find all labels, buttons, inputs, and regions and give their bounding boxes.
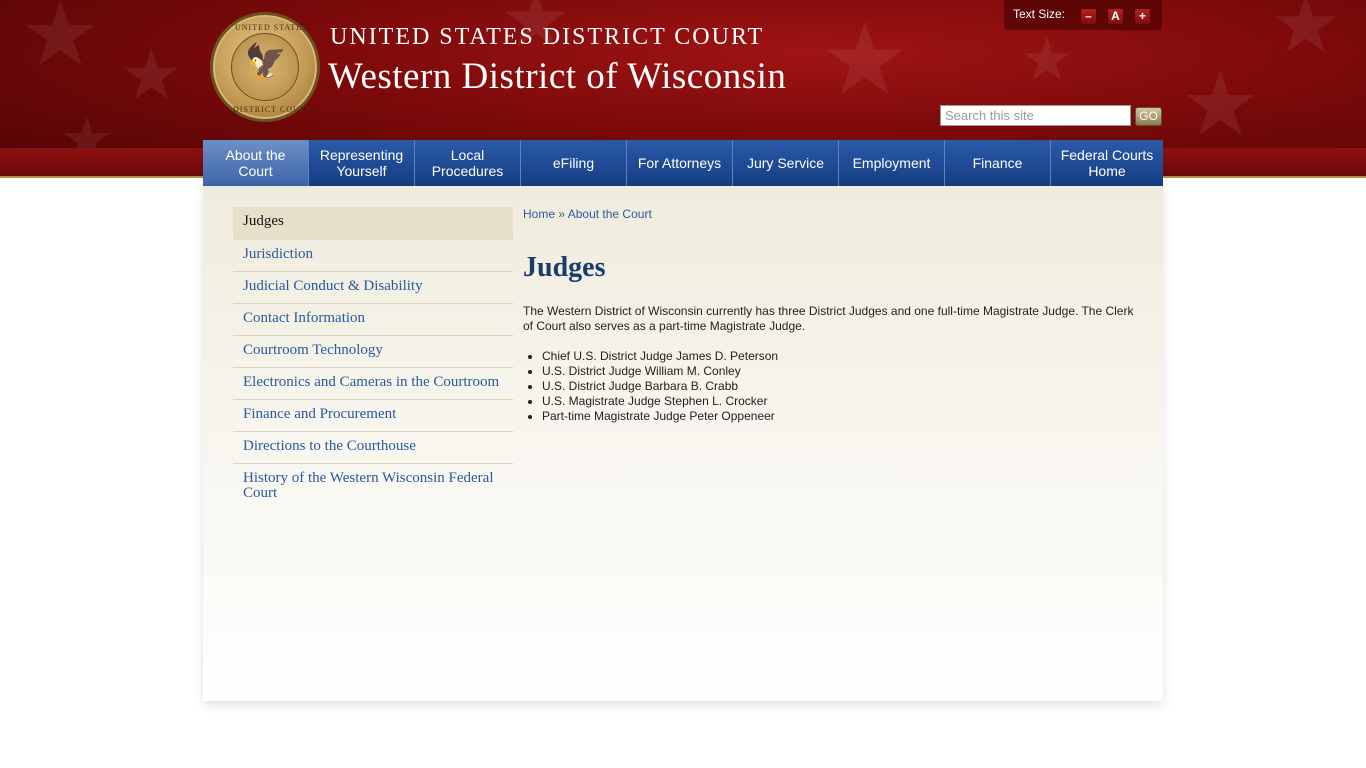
breadcrumb-current-link[interactable]: About the Court bbox=[568, 207, 652, 221]
nav-item-for-attorneys[interactable]: For Attorneys bbox=[627, 140, 733, 186]
sidebar-item-history[interactable]: History of the Western Wisconsin Federal… bbox=[233, 464, 513, 508]
nav-item-representing-yourself[interactable]: Representing Yourself bbox=[309, 140, 415, 186]
sidebar-item-judges[interactable]: Judges bbox=[233, 207, 513, 240]
court-name-top: UNITED STATES DISTRICT COURT bbox=[330, 24, 765, 50]
breadcrumb: Home » About the Court bbox=[523, 207, 652, 221]
search-input[interactable] bbox=[940, 105, 1131, 126]
list-item: Part-time Magistrate Judge Peter Oppenee… bbox=[542, 409, 778, 424]
nav-item-efiling[interactable]: eFiling bbox=[521, 140, 627, 186]
text-size-control: Text Size: – A + bbox=[1004, 0, 1162, 30]
list-item: Chief U.S. District Judge James D. Peter… bbox=[542, 349, 778, 364]
seal-center: 🦅 bbox=[231, 33, 299, 101]
seal-text-bottom: DISTRICT COURT bbox=[233, 105, 312, 114]
sidebar-menu: Judges Jurisdiction Judicial Conduct & D… bbox=[233, 207, 513, 508]
list-item: U.S. District Judge Barbara B. Crabb bbox=[542, 379, 778, 394]
breadcrumb-home-link[interactable]: Home bbox=[523, 207, 555, 221]
sidebar-item-contact-information[interactable]: Contact Information bbox=[233, 304, 513, 336]
text-size-label: Text Size: bbox=[1013, 7, 1066, 21]
nav-item-local-procedures[interactable]: Local Procedures bbox=[415, 140, 521, 186]
sidebar-item-jurisdiction[interactable]: Jurisdiction bbox=[233, 240, 513, 272]
nav-item-finance[interactable]: Finance bbox=[945, 140, 1051, 186]
sidebar-item-courtroom-technology[interactable]: Courtroom Technology bbox=[233, 336, 513, 368]
intro-paragraph: The Western District of Wisconsin curren… bbox=[523, 304, 1134, 333]
sidebar-item-directions[interactable]: Directions to the Courthouse bbox=[233, 432, 513, 464]
text-size-reset-button[interactable]: A bbox=[1107, 8, 1124, 25]
nav-item-jury-service[interactable]: Jury Service bbox=[733, 140, 839, 186]
court-seal-logo[interactable]: UNITED STATES 🦅 DISTRICT COURT bbox=[210, 12, 320, 122]
star-decoration: ★ bbox=[20, 0, 101, 87]
main-nav: About the Court Representing Yourself Lo… bbox=[203, 140, 1163, 186]
text-size-decrease-button[interactable]: – bbox=[1080, 8, 1097, 25]
nav-item-employment[interactable]: Employment bbox=[839, 140, 945, 186]
judges-list: Chief U.S. District Judge James D. Peter… bbox=[542, 349, 778, 424]
sidebar-item-judicial-conduct[interactable]: Judicial Conduct & Disability bbox=[233, 272, 513, 304]
sidebar-item-electronics-cameras[interactable]: Electronics and Cameras in the Courtroom bbox=[233, 368, 513, 400]
list-item: U.S. District Judge William M. Conley bbox=[542, 364, 778, 379]
list-item: U.S. Magistrate Judge Stephen L. Crocker bbox=[542, 394, 778, 409]
nav-item-federal-courts-home[interactable]: Federal Courts Home bbox=[1051, 140, 1163, 186]
court-name-main[interactable]: Western District of Wisconsin bbox=[328, 55, 786, 98]
sidebar-item-finance-procurement[interactable]: Finance and Procurement bbox=[233, 400, 513, 432]
text-size-increase-button[interactable]: + bbox=[1134, 8, 1151, 25]
breadcrumb-separator: » bbox=[558, 207, 566, 221]
seal-text-top: UNITED STATES bbox=[235, 23, 308, 32]
star-decoration: ★ bbox=[1020, 25, 1074, 95]
star-decoration: ★ bbox=[1270, 0, 1342, 71]
page-title: Judges bbox=[523, 252, 606, 283]
star-decoration: ★ bbox=[1180, 52, 1261, 157]
search-go-button[interactable]: GO bbox=[1135, 107, 1162, 126]
star-decoration: ★ bbox=[820, 1, 910, 118]
star-decoration: ★ bbox=[120, 34, 183, 116]
nav-item-about-the-court[interactable]: About the Court bbox=[203, 140, 309, 186]
eagle-icon: 🦅 bbox=[244, 42, 288, 82]
